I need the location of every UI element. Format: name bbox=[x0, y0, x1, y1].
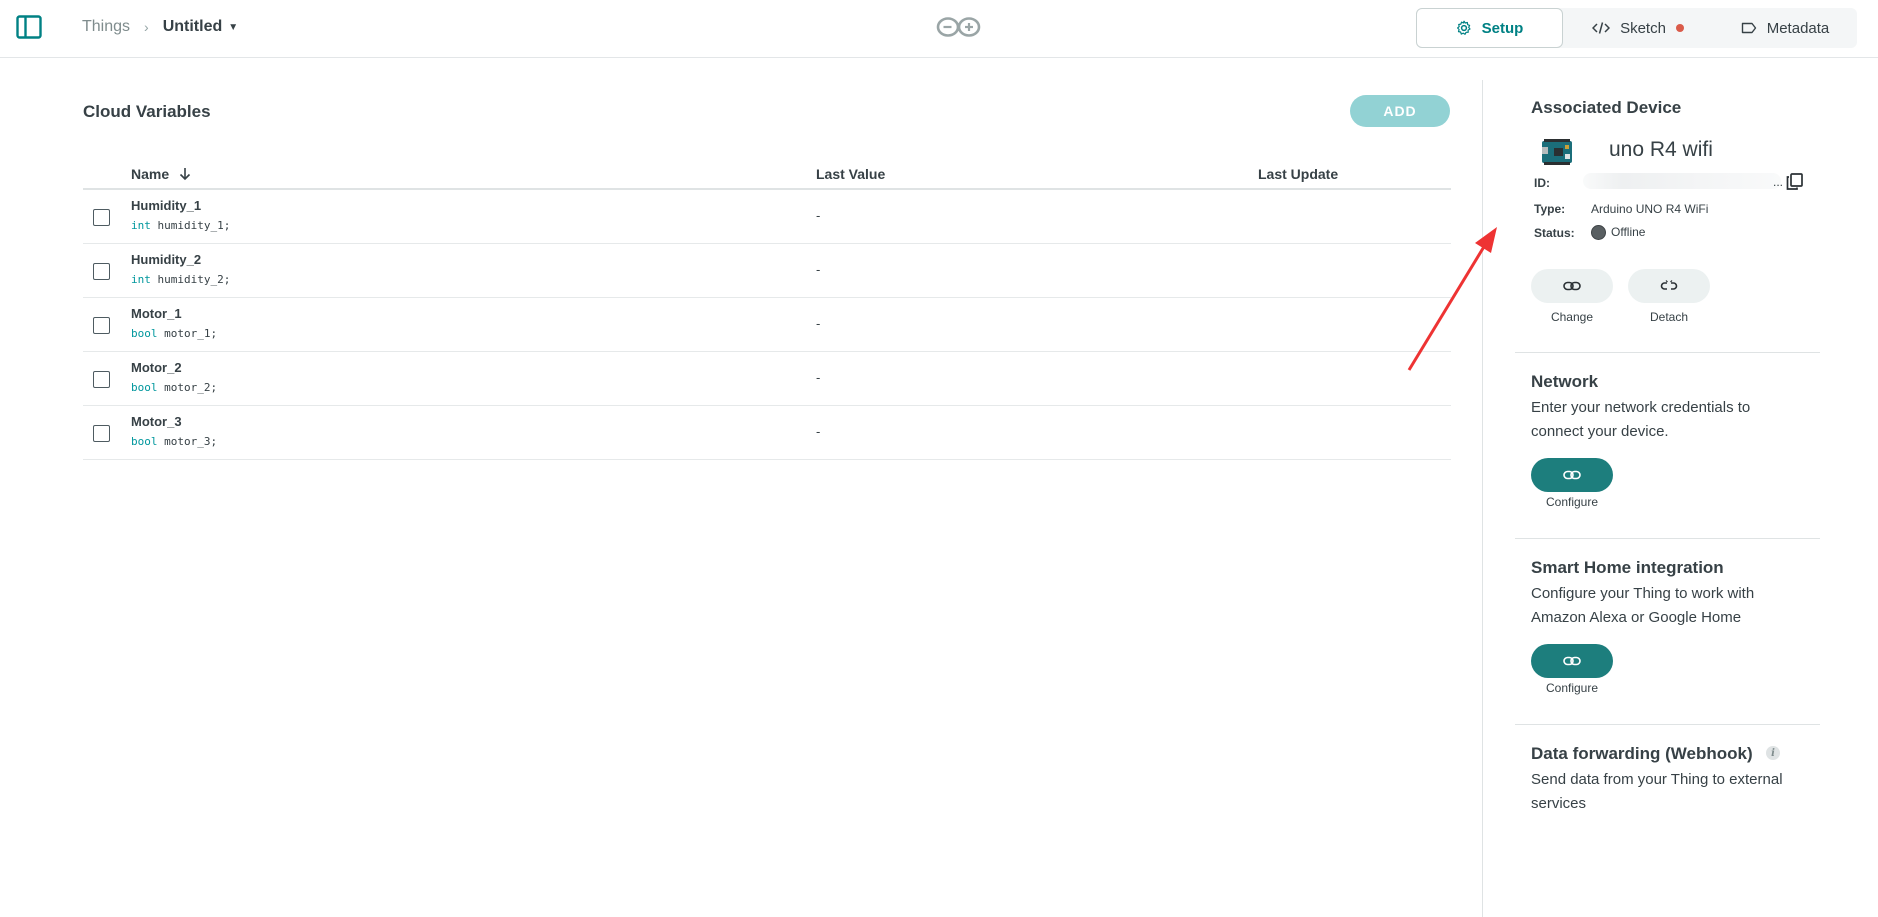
copy-icon[interactable] bbox=[1785, 172, 1804, 191]
table-row[interactable]: Motor_1 bool motor_1; - bbox=[83, 298, 1451, 352]
device-name: uno R4 wifi bbox=[1609, 138, 1713, 161]
variable-declaration: bool motor_1; bbox=[131, 327, 217, 340]
variable-declaration: bool motor_3; bbox=[131, 435, 217, 448]
change-device-button[interactable] bbox=[1531, 269, 1613, 303]
variable-type: bool bbox=[131, 381, 158, 394]
column-header-last-value: Last Value bbox=[816, 166, 886, 182]
tab-metadata[interactable]: Metadata bbox=[1713, 8, 1857, 48]
variable-identifier: humidity_1; bbox=[157, 219, 231, 232]
unlink-icon bbox=[1660, 280, 1678, 290]
status-offline-dot bbox=[1591, 225, 1606, 240]
row-checkbox[interactable] bbox=[93, 425, 110, 442]
thing-name-dropdown[interactable]: Untitled bbox=[163, 18, 223, 36]
table-row[interactable]: Humidity_2 int humidity_2; - bbox=[83, 244, 1451, 298]
variable-type: bool bbox=[131, 435, 158, 448]
variable-identifier: motor_2; bbox=[164, 381, 218, 394]
table-row[interactable]: Humidity_1 int humidity_1; - bbox=[83, 190, 1451, 244]
column-name-label: Name bbox=[131, 166, 170, 182]
tab-bar: Setup Sketch Metadata bbox=[1416, 8, 1857, 48]
variable-name: Motor_2 bbox=[131, 360, 182, 375]
row-checkbox[interactable] bbox=[93, 317, 110, 334]
variable-last-value: - bbox=[816, 370, 821, 385]
tab-sketch[interactable]: Sketch bbox=[1563, 8, 1713, 48]
breadcrumb: Things › Untitled ▼ bbox=[82, 18, 238, 36]
smart-home-configure-label: Configure bbox=[1545, 681, 1599, 695]
device-id-redacted bbox=[1583, 173, 1781, 189]
smart-home-title: Smart Home integration bbox=[1531, 558, 1724, 577]
variable-name: Humidity_1 bbox=[131, 198, 202, 213]
variable-type: int bbox=[131, 273, 151, 286]
variable-last-value: - bbox=[816, 316, 821, 331]
network-title: Network bbox=[1531, 372, 1599, 391]
tab-sketch-label: Sketch bbox=[1620, 19, 1666, 37]
webhook-title: Data forwarding (Webhook) bbox=[1531, 744, 1753, 763]
row-checkbox[interactable] bbox=[93, 209, 110, 226]
detach-label: Detach bbox=[1649, 310, 1689, 324]
column-header-last-update: Last Update bbox=[1258, 166, 1339, 182]
breadcrumb-things-link[interactable]: Things bbox=[82, 18, 130, 36]
variable-declaration: int humidity_2; bbox=[131, 273, 230, 286]
table-row[interactable]: Motor_2 bool motor_2; - bbox=[83, 352, 1451, 406]
board-image-icon bbox=[1542, 139, 1572, 165]
sort-arrow-down-icon[interactable] bbox=[179, 167, 191, 181]
code-icon bbox=[1592, 22, 1611, 34]
info-icon[interactable]: i bbox=[1766, 746, 1780, 760]
table-row[interactable]: Motor_3 bool motor_3; - bbox=[83, 406, 1451, 460]
network-configure-label: Configure bbox=[1545, 495, 1599, 509]
smart-home-configure-button[interactable] bbox=[1531, 644, 1613, 678]
top-bar: Things › Untitled ▼ Setup Sketch Metadat… bbox=[0, 0, 1878, 58]
tag-icon bbox=[1741, 22, 1756, 34]
variables-table: Name Last Value Last Update Humidity_1 i… bbox=[83, 164, 1451, 460]
id-label: ID: bbox=[1534, 176, 1550, 190]
variable-identifier: motor_3; bbox=[164, 435, 218, 448]
arduino-logo-icon bbox=[936, 17, 981, 37]
variable-identifier: motor_1; bbox=[164, 327, 218, 340]
settings-panel: Associated Device uno R4 wifi ID: ... Ty… bbox=[1483, 58, 1878, 917]
network-configure-button[interactable] bbox=[1531, 458, 1613, 492]
add-variable-button[interactable]: ADD bbox=[1350, 95, 1450, 127]
variable-declaration: bool motor_2; bbox=[131, 381, 217, 394]
variable-last-value: - bbox=[816, 262, 821, 277]
row-checkbox[interactable] bbox=[93, 371, 110, 388]
variable-name: Motor_3 bbox=[131, 414, 182, 429]
device-status-value: Offline bbox=[1611, 225, 1646, 239]
unsaved-changes-dot bbox=[1675, 24, 1684, 32]
variable-identifier: humidity_2; bbox=[157, 273, 231, 286]
link-icon bbox=[1563, 656, 1581, 666]
section-divider bbox=[1515, 352, 1820, 353]
variable-declaration: int humidity_1; bbox=[131, 219, 230, 232]
associated-device-title: Associated Device bbox=[1531, 98, 1682, 117]
type-label: Type: bbox=[1534, 202, 1566, 216]
caret-down-icon[interactable]: ▼ bbox=[228, 22, 238, 33]
variable-last-value: - bbox=[816, 424, 821, 439]
column-header-name[interactable]: Name bbox=[131, 166, 191, 182]
sidebar-toggle-icon[interactable] bbox=[16, 15, 42, 39]
variable-name: Humidity_2 bbox=[131, 252, 202, 267]
variable-name: Motor_1 bbox=[131, 306, 182, 321]
cloud-variables-title: Cloud Variables bbox=[83, 102, 211, 121]
status-label: Status: bbox=[1534, 226, 1575, 240]
network-description: Enter your network credentials to connec… bbox=[1531, 399, 1751, 440]
cloud-variables-panel: Cloud Variables ADD Name Last Value Last… bbox=[0, 58, 1482, 917]
change-label: Change bbox=[1550, 310, 1594, 324]
device-type-value: Arduino UNO R4 WiFi bbox=[1591, 202, 1709, 216]
chevron-right-icon: › bbox=[144, 19, 149, 35]
detach-device-button[interactable] bbox=[1628, 269, 1710, 303]
section-divider bbox=[1515, 724, 1820, 725]
link-icon bbox=[1563, 281, 1581, 291]
section-divider bbox=[1515, 538, 1820, 539]
row-checkbox[interactable] bbox=[93, 263, 110, 280]
tab-metadata-label: Metadata bbox=[1766, 19, 1830, 37]
link-icon bbox=[1563, 470, 1581, 480]
variable-type: bool bbox=[131, 327, 158, 340]
smart-home-description: Configure your Thing to work with Amazon… bbox=[1531, 585, 1755, 626]
variable-type: int bbox=[131, 219, 151, 232]
variable-last-value: - bbox=[816, 208, 821, 223]
webhook-description: Send data from your Thing to external se… bbox=[1531, 771, 1783, 812]
device-id-ellipsis: ... bbox=[1773, 175, 1784, 189]
tab-setup-label: Setup bbox=[1481, 19, 1524, 37]
gear-icon bbox=[1456, 20, 1471, 35]
tab-setup[interactable]: Setup bbox=[1416, 8, 1563, 48]
table-header: Name Last Value Last Update bbox=[83, 164, 1451, 190]
